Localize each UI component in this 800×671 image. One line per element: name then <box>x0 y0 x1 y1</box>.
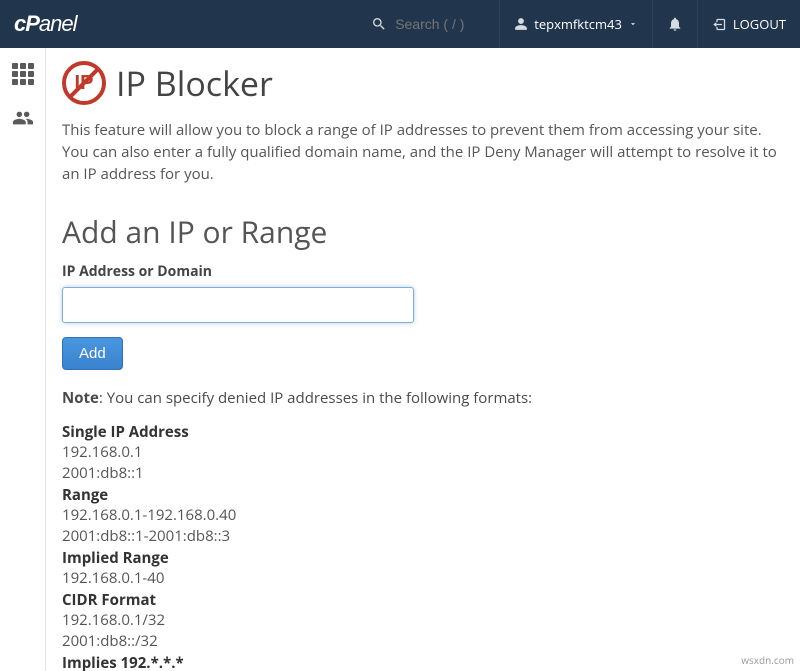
format-single-label: Single IP Address <box>62 422 778 442</box>
note-text: : You can specify denied IP addresses in… <box>99 388 532 408</box>
format-single-v6: 2001:db8::1 <box>62 463 778 483</box>
sidebar-users[interactable] <box>9 106 37 130</box>
page-description: This feature will allow you to block a r… <box>62 120 778 185</box>
notifications-button[interactable] <box>652 0 697 48</box>
logout-button[interactable]: LOGOUT <box>697 0 800 48</box>
format-implied-label: Implied Range <box>62 548 778 568</box>
search-wrap[interactable] <box>357 16 499 32</box>
logo[interactable]: cPanel <box>0 11 95 37</box>
watermark: wsxdn.com <box>741 653 794 667</box>
format-range-v4: 192.168.0.1-192.168.0.40 <box>62 505 778 525</box>
format-single-v4: 192.168.0.1 <box>62 442 778 462</box>
logo-rest: anel <box>39 11 77 36</box>
user-menu[interactable]: tepxmfktcm43 <box>499 0 652 48</box>
grid-icon <box>12 63 34 85</box>
section-title: Add an IP or Range <box>62 211 778 252</box>
format-wildcard-label: Implies 192.*.*.* <box>62 653 778 671</box>
username-label: tepxmfktcm43 <box>534 15 622 33</box>
users-icon <box>10 107 36 129</box>
add-button[interactable]: Add <box>62 337 123 370</box>
page-title-row: IP IP Blocker <box>62 60 778 106</box>
search-input[interactable] <box>395 16 485 32</box>
ip-field-label: IP Address or Domain <box>62 262 778 281</box>
format-implied-v4: 192.168.0.1-40 <box>62 568 778 588</box>
user-icon <box>514 17 528 31</box>
ip-input[interactable] <box>62 287 414 323</box>
content: IP IP Blocker This feature will allow yo… <box>46 48 800 671</box>
format-range-label: Range <box>62 485 778 505</box>
topbar: cPanel tepxmfktcm43 LOGOUT <box>0 0 800 48</box>
format-cidr-v4: 192.168.0.1/32 <box>62 610 778 630</box>
page-title: IP Blocker <box>116 60 273 106</box>
formats-list: Single IP Address 192.168.0.1 2001:db8::… <box>62 422 778 671</box>
note-line: Note: You can specify denied IP addresse… <box>62 388 778 408</box>
format-range-v6: 2001:db8::1-2001:db8::3 <box>62 526 778 546</box>
ip-blocker-icon: IP <box>62 61 106 105</box>
bell-icon <box>667 16 683 32</box>
sidebar-apps[interactable] <box>9 62 37 86</box>
logout-icon <box>712 17 727 32</box>
logo-main: cP <box>14 11 39 36</box>
chevron-down-icon <box>628 19 638 29</box>
search-icon <box>371 16 387 32</box>
note-prefix: Note <box>62 388 99 408</box>
format-cidr-label: CIDR Format <box>62 590 778 610</box>
format-cidr-v6: 2001:db8::/32 <box>62 631 778 651</box>
sidebar <box>0 48 46 671</box>
logout-label: LOGOUT <box>733 15 786 33</box>
